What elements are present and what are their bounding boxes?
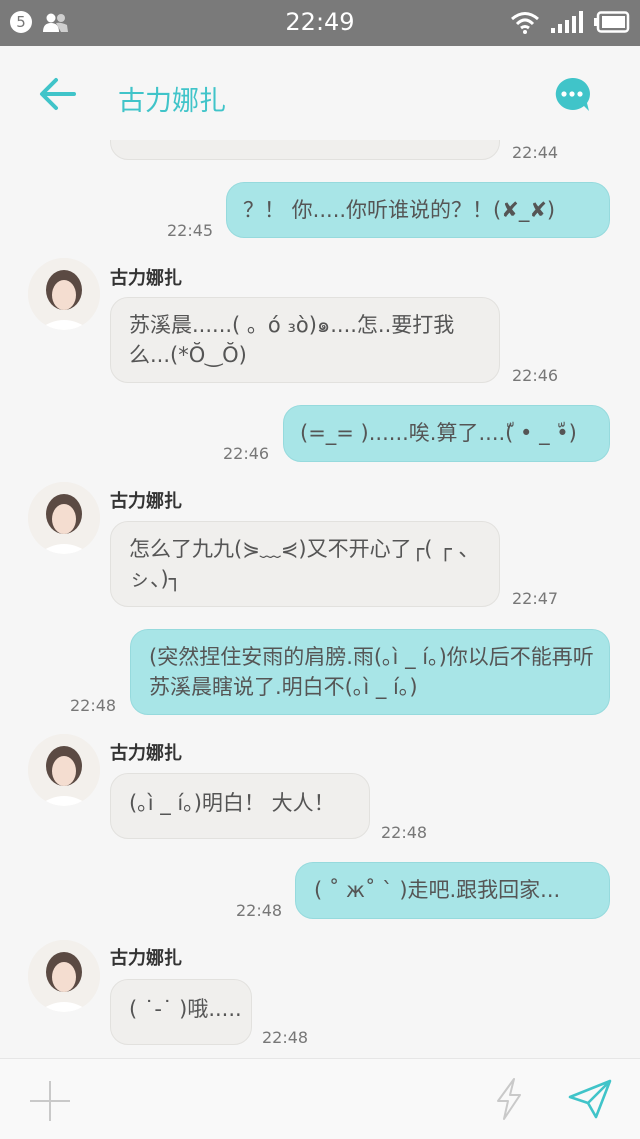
message-bubble-outgoing: (突然捏住安雨的肩膀.雨(｡ì _ í｡)你以后不能再听苏溪晨瞎说了.明白不(｡… bbox=[130, 629, 610, 715]
message-time: 22:46 bbox=[512, 366, 559, 385]
wifi-icon bbox=[511, 12, 539, 34]
message-time: 22:44 bbox=[512, 143, 559, 162]
profile-photo bbox=[28, 258, 100, 330]
message-text: (突然捏住安雨的肩膀.雨(｡ì _ í｡)你以后不能再听苏溪晨瞎说了.明白不(｡… bbox=[149, 645, 594, 699]
message-text: ( ˚ ж˚ ` )走吧.跟我回家... bbox=[314, 878, 561, 902]
chat-bubble-icon[interactable] bbox=[553, 76, 591, 114]
sender-name: 古力娜扎 bbox=[110, 948, 182, 969]
message-time: 22:46 bbox=[223, 444, 270, 463]
lightning-icon[interactable] bbox=[492, 1077, 526, 1121]
message-bubble-incoming: 怎么了九九(⋟﹏⋞)又不开心了┌( ┌ 、ㇱ、)┐ bbox=[110, 521, 500, 607]
profile-photo bbox=[28, 482, 100, 554]
sender-name: 古力娜扎 bbox=[110, 743, 182, 764]
avatar[interactable] bbox=[28, 258, 100, 330]
status-bar: 5 22:49 bbox=[0, 0, 640, 46]
message-text: ( ˙-˙ )哦..... bbox=[129, 997, 242, 1021]
message-text: ？！ 你.....你听谁说的？！(✘_✘) bbox=[243, 198, 556, 222]
avatar[interactable] bbox=[28, 482, 100, 554]
profile-photo bbox=[28, 734, 100, 806]
battery-icon bbox=[594, 11, 630, 33]
message-bubble-incoming: 苏溪晨......( 。ό ₃ὸ)๑....怎..要打我么...(*Ŏ‿Ŏ) bbox=[110, 297, 500, 383]
message-text: (｡ì _ í｡)明白！ 大人！ bbox=[129, 791, 335, 815]
message-text: 怎么了九九(⋟﹏⋞)又不开心了┌( ┌ 、ㇱ、)┐ bbox=[129, 537, 480, 591]
message-time: 22:48 bbox=[70, 696, 117, 715]
sender-name: 古力娜扎 bbox=[110, 491, 182, 512]
message-bubble-partial bbox=[110, 140, 500, 160]
input-toolbar bbox=[0, 1058, 640, 1139]
message-time: 22:48 bbox=[381, 823, 428, 842]
message-text: 苏溪晨......( 。ό ₃ὸ)๑....怎..要打我么...(*Ŏ‿Ŏ) bbox=[129, 313, 455, 367]
arrow-left-icon[interactable] bbox=[38, 76, 78, 112]
signal-icon bbox=[551, 11, 583, 33]
avatar[interactable] bbox=[28, 734, 100, 806]
message-bubble-outgoing: ？！ 你.....你听谁说的？！(✘_✘) bbox=[226, 182, 610, 238]
message-time: 22:48 bbox=[236, 901, 283, 920]
sender-name: 古力娜扎 bbox=[110, 268, 182, 289]
page-title: 古力娜扎 bbox=[118, 86, 226, 117]
message-time: 22:47 bbox=[512, 589, 559, 608]
clock: 22:49 bbox=[285, 8, 355, 36]
message-bubble-incoming: ( ˙-˙ )哦..... bbox=[110, 979, 252, 1045]
message-bubble-outgoing: ( ˚ ж˚ ` )走吧.跟我回家... bbox=[295, 862, 610, 919]
message-time: 22:48 bbox=[262, 1028, 309, 1047]
message-text: (=_= )......唉.算了....(ّ • _ •ّ) bbox=[300, 421, 577, 445]
message-bubble-incoming: (｡ì _ í｡)明白！ 大人！ bbox=[110, 773, 370, 839]
plus-icon[interactable] bbox=[28, 1079, 72, 1123]
message-list[interactable]: 22:44 ？！ 你.....你听谁说的？！(✘_✘) 22:45 古力娜扎 苏… bbox=[0, 140, 640, 1058]
chat-header: 古力娜扎 bbox=[0, 46, 640, 146]
send-icon[interactable] bbox=[566, 1077, 614, 1121]
avatar[interactable] bbox=[28, 940, 100, 1012]
profile-photo bbox=[28, 940, 100, 1012]
message-time: 22:45 bbox=[167, 221, 214, 240]
message-bubble-outgoing: (=_= )......唉.算了....(ّ • _ •ّ) bbox=[283, 405, 610, 462]
